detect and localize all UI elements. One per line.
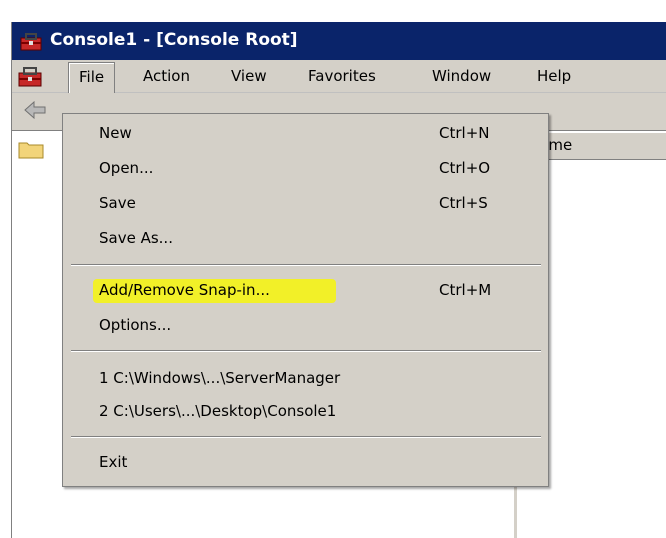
menu-item-shortcut: Ctrl+O — [439, 159, 491, 177]
folder-icon — [18, 142, 44, 159]
title-bar[interactable]: Console1 - [Console Root] — [12, 22, 666, 60]
menu-item-options[interactable]: Options... — [63, 311, 548, 341]
menu-item-open[interactable]: Open... Ctrl+O — [63, 154, 548, 184]
window-title: Console1 - [Console Root] — [50, 30, 298, 50]
menu-bar: File Action View Favorites Window Help — [12, 60, 666, 93]
menu-item-exit[interactable]: Exit — [63, 448, 548, 478]
menu-separator — [71, 264, 541, 266]
menu-item-save-as[interactable]: Save As... — [63, 224, 548, 254]
menu-item-label: 2 C:\Users\...\Desktop\Console1 — [99, 402, 337, 420]
menu-item-label: Save As... — [99, 229, 173, 247]
back-arrow-icon[interactable] — [24, 101, 46, 119]
menu-item-label: New — [99, 124, 132, 142]
toolbox-icon — [20, 33, 42, 51]
menu-item-label: 1 C:\Windows\...\ServerManager — [99, 369, 341, 387]
menu-separator — [71, 350, 541, 352]
menu-item-new[interactable]: New Ctrl+N — [63, 119, 548, 149]
menu-favorites[interactable]: Favorites — [298, 62, 386, 90]
menu-item-add-remove-snap-in[interactable]: Add/Remove Snap-in... Ctrl+M — [63, 276, 548, 306]
menu-item-shortcut: Ctrl+S — [439, 194, 488, 212]
menu-file[interactable]: File — [68, 62, 116, 93]
menu-help[interactable]: Help — [527, 62, 581, 90]
menu-item-recent-1[interactable]: 1 C:\Windows\...\ServerManager — [63, 364, 548, 394]
file-menu-dropdown: New Ctrl+N Open... Ctrl+O Save Ctrl+S Sa… — [62, 113, 549, 487]
menu-item-label: Exit — [99, 453, 128, 471]
menu-view[interactable]: View — [221, 62, 277, 90]
menu-action[interactable]: Action — [133, 62, 200, 90]
menu-item-recent-2[interactable]: 2 C:\Users\...\Desktop\Console1 — [63, 397, 548, 427]
system-menu-icon[interactable] — [16, 64, 44, 90]
menu-item-label: Save — [99, 194, 136, 212]
menu-item-shortcut: Ctrl+M — [439, 281, 492, 299]
menu-window[interactable]: Window — [422, 62, 501, 90]
menu-item-label: Options... — [99, 316, 172, 334]
menu-item-save[interactable]: Save Ctrl+S — [63, 189, 548, 219]
menu-item-label: Open... — [99, 159, 154, 177]
menu-item-shortcut: Ctrl+N — [439, 124, 490, 142]
menu-separator — [71, 436, 541, 438]
menu-item-label: Add/Remove Snap-in... — [99, 281, 270, 299]
